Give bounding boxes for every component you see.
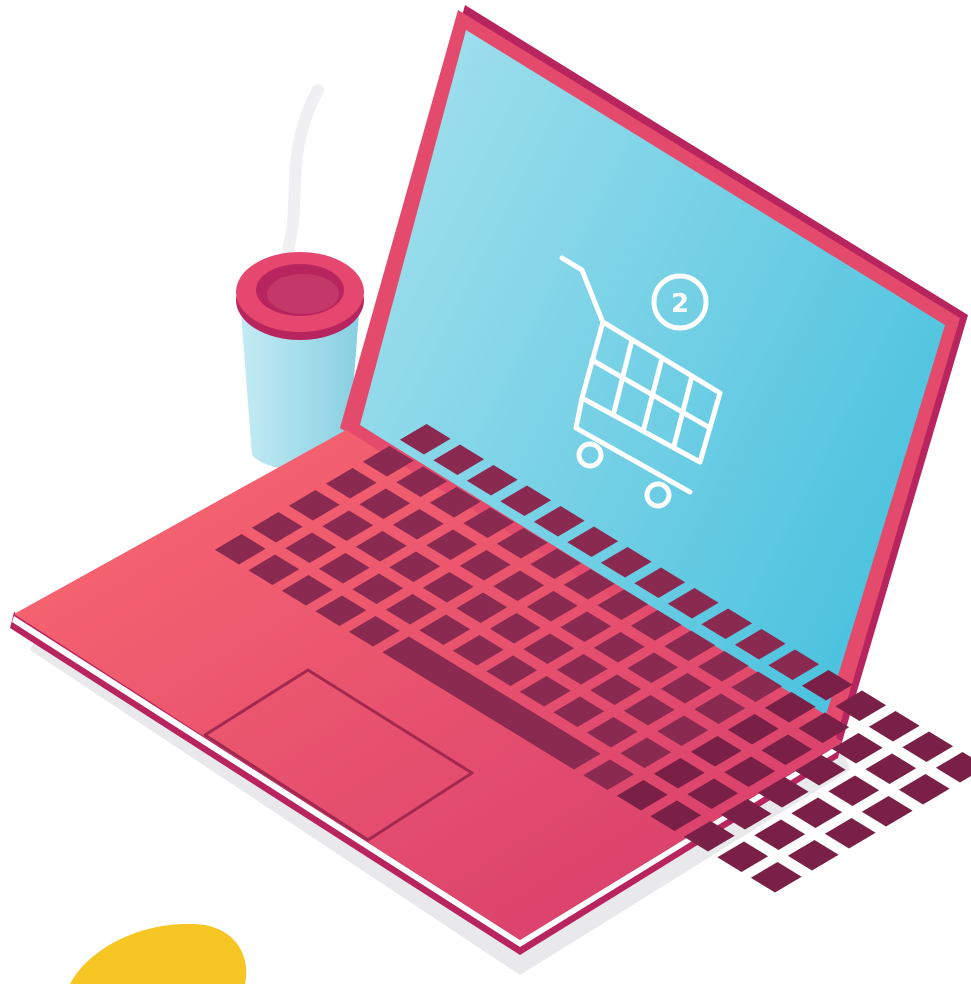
key: [828, 775, 880, 807]
key: [787, 839, 839, 871]
key: [861, 795, 913, 827]
key: [824, 817, 876, 849]
key: [868, 710, 920, 742]
key: [935, 751, 971, 783]
key: [902, 731, 954, 763]
key: [865, 753, 917, 785]
cart-badge-count: 2: [671, 289, 689, 319]
laptop-illustration: 2: [10, 5, 971, 984]
key: [898, 773, 950, 805]
key: [750, 861, 802, 893]
key: [791, 797, 843, 829]
yellow-blob: [70, 923, 247, 984]
